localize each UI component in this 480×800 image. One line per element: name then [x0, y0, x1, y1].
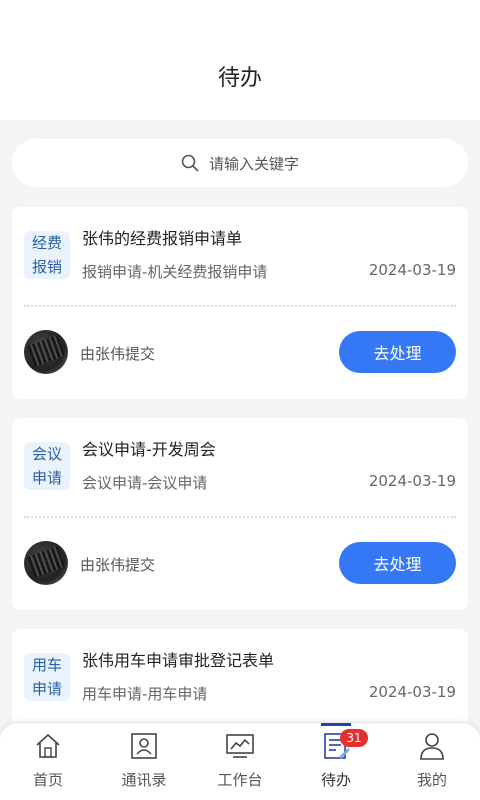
card-subtitle: 用车申请-用车申请 — [82, 685, 208, 703]
card-title: 张伟用车申请审批登记表单 — [82, 651, 275, 670]
tab-workbench[interactable]: 工作台 — [192, 723, 288, 800]
workbench-icon — [226, 734, 254, 758]
tab-label: 首页 — [32, 771, 63, 789]
notification-badge: 31 — [340, 729, 368, 747]
process-button[interactable]: 去处理 — [339, 331, 456, 373]
contacts-icon — [131, 733, 157, 759]
tab-label: 我的 — [416, 771, 447, 789]
tab-label: 通讯录 — [121, 771, 167, 789]
divider — [24, 305, 456, 307]
submitter-text: 由张伟提交 — [80, 345, 156, 363]
search-input[interactable]: 请输入关键字 — [209, 153, 299, 174]
avatar — [24, 330, 68, 374]
tab-label: 待办 — [320, 771, 351, 789]
card-date: 2024-03-19 — [368, 472, 456, 490]
card-date: 2024-03-19 — [368, 261, 456, 279]
header: 待办 — [0, 0, 480, 120]
submitter-text: 由张伟提交 — [80, 556, 156, 574]
tab-label: 工作台 — [217, 771, 263, 789]
category-tag: 用车 申请 — [24, 653, 70, 701]
todo-card[interactable]: 会议 申请 会议申请-开发周会 会议申请-会议申请 2024-03-19 由张伟… — [12, 418, 468, 610]
card-title: 会议申请-开发周会 — [82, 440, 216, 459]
bottom-tab-bar: 首页 通讯录 工作台 31 待办 我的 — [0, 722, 480, 800]
todo-card[interactable]: 经费 报销 张伟的经费报销申请单 报销申请-机关经费报销申请 2024-03-1… — [12, 207, 468, 399]
category-tag: 会议 申请 — [24, 442, 70, 490]
profile-icon — [420, 733, 444, 760]
search-bar[interactable]: 请输入关键字 — [12, 139, 468, 187]
tab-profile[interactable]: 我的 — [384, 723, 480, 800]
card-subtitle: 报销申请-机关经费报销申请 — [82, 263, 268, 281]
avatar — [24, 541, 68, 585]
search-icon — [181, 154, 199, 172]
page-title: 待办 — [217, 66, 262, 91]
card-subtitle: 会议申请-会议申请 — [82, 474, 208, 492]
tab-todo[interactable]: 31 待办 — [288, 723, 384, 800]
tab-home[interactable]: 首页 — [0, 723, 96, 800]
card-date: 2024-03-19 — [368, 683, 456, 701]
category-tag: 经费 报销 — [24, 231, 70, 279]
divider — [24, 516, 456, 518]
home-icon — [36, 733, 60, 758]
process-button[interactable]: 去处理 — [339, 542, 456, 584]
card-title: 张伟的经费报销申请单 — [82, 229, 243, 248]
tab-contacts[interactable]: 通讯录 — [96, 723, 192, 800]
